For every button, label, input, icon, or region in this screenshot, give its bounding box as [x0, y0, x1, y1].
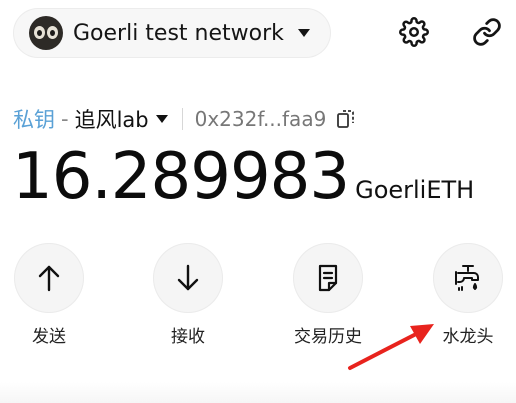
network-selector[interactable]: Goerli test network [13, 8, 331, 58]
account-type-label: 私钥 [13, 108, 55, 132]
history-label: 交易历史 [294, 327, 362, 347]
copy-icon [337, 110, 355, 128]
send-action[interactable]: 发送 [4, 243, 94, 347]
connected-sites-button[interactable] [469, 14, 505, 50]
bottom-band [0, 382, 516, 403]
settings-button[interactable] [396, 14, 432, 50]
account-row: 私钥 - 追风lab 0x232f...faa9 [13, 104, 356, 134]
arrow-up-icon [38, 265, 60, 292]
send-button[interactable] [14, 243, 84, 313]
balance-amount: 16.289983 [12, 140, 350, 214]
wallet-home: Goerli test network 私钥 - 追风lab 0x232f...… [0, 0, 516, 403]
network-name: Goerli test network [73, 20, 284, 46]
faucet-button[interactable] [433, 243, 503, 313]
gear-icon [399, 17, 429, 47]
receive-button[interactable] [153, 243, 223, 313]
balance-display: 16.289983 GoerliETH [12, 140, 474, 214]
faucet-label: 水龙头 [442, 327, 494, 347]
account-chevron-down-icon[interactable] [155, 115, 168, 123]
copy-address-button[interactable] [336, 108, 356, 130]
document-icon [318, 264, 338, 292]
account-name[interactable]: 追风lab [75, 104, 149, 134]
chevron-down-icon [297, 29, 310, 37]
network-avatar-icon [29, 16, 63, 50]
receive-label: 接收 [171, 327, 205, 347]
faucet-icon [455, 265, 479, 291]
history-action[interactable]: 交易历史 [283, 243, 373, 347]
link-icon [473, 18, 501, 46]
faucet-action[interactable]: 水龙头 [423, 243, 513, 347]
arrow-down-icon [177, 264, 199, 291]
receive-action[interactable]: 接收 [143, 243, 233, 347]
balance-unit: GoerliETH [355, 176, 475, 204]
account-separator: - [61, 107, 69, 131]
divider [181, 108, 183, 130]
send-label: 发送 [32, 327, 66, 347]
account-address[interactable]: 0x232f...faa9 [195, 107, 327, 131]
history-button[interactable] [293, 243, 363, 313]
